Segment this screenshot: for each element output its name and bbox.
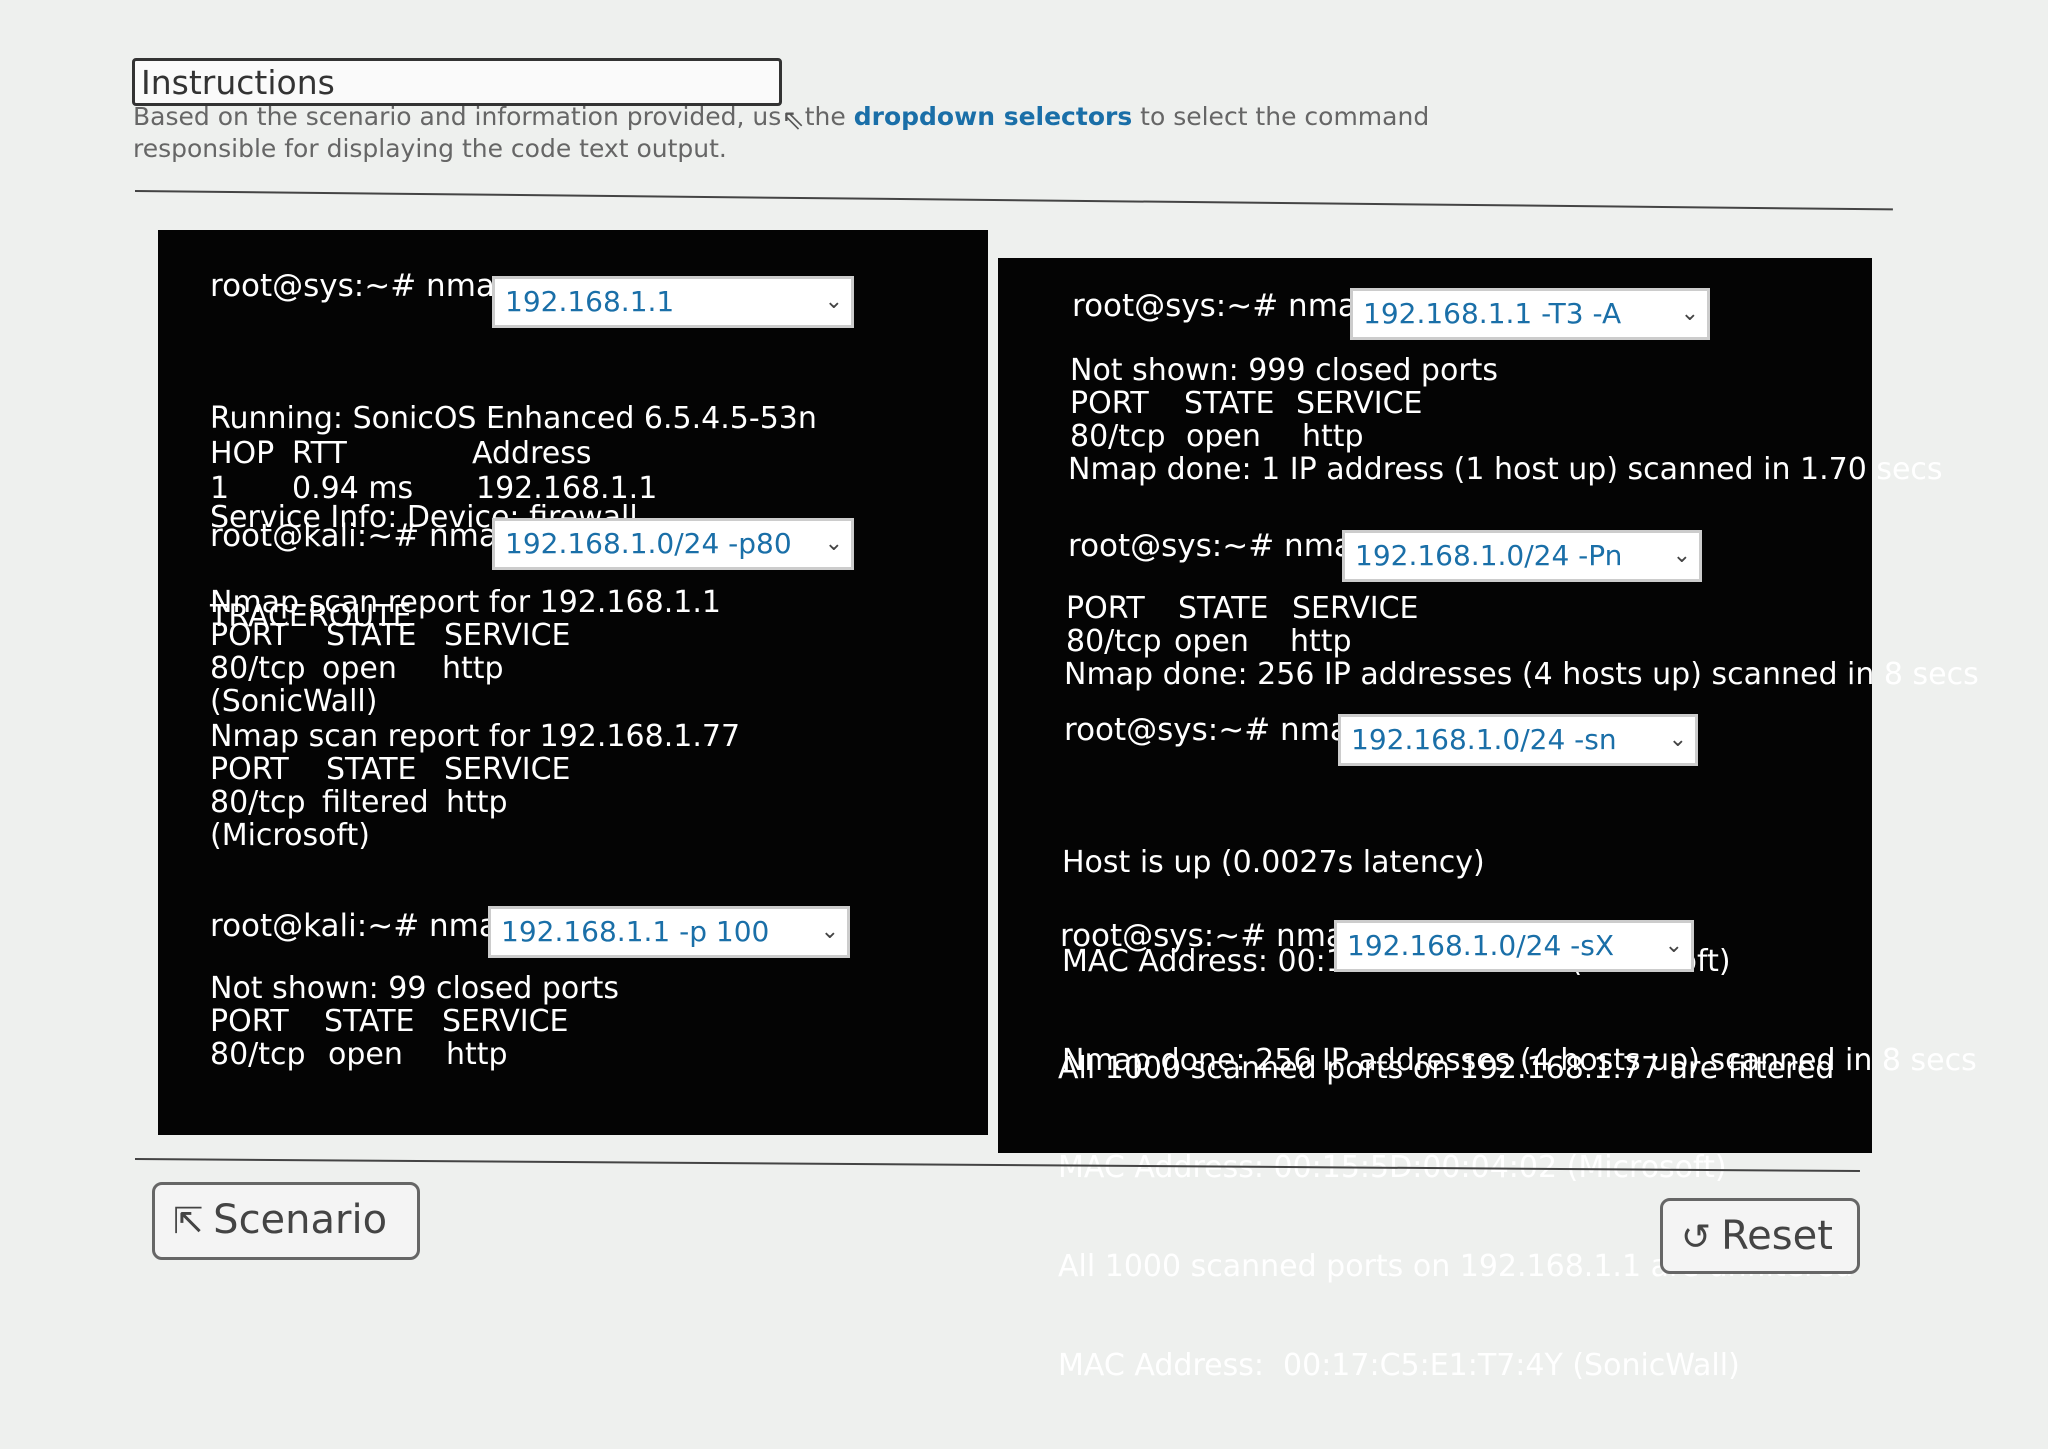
- cell: 80/tcp: [210, 785, 306, 820]
- dropdown-value: 192.168.1.0/24 -sX: [1347, 929, 1615, 962]
- chevron-down-icon: ⌄: [1668, 727, 1687, 752]
- command-dropdown-7[interactable]: 192.168.1.0/24 -sX ⌄: [1334, 920, 1694, 972]
- output-line: Not shown: 99 closed ports: [210, 971, 619, 1006]
- prompt: root@sys:~# nmap: [1068, 528, 1373, 564]
- prompt: root@sys:~# nmap: [1072, 288, 1377, 324]
- command-dropdown-1[interactable]: 192.168.1.1 ⌄: [492, 276, 854, 328]
- mouse-cursor-icon: ⇖: [781, 103, 805, 136]
- cell: PORT: [1066, 591, 1145, 626]
- command-dropdown-5[interactable]: 192.168.1.0/24 -Pn ⌄: [1342, 530, 1702, 582]
- chevron-down-icon: ⌄: [1672, 543, 1691, 568]
- chevron-down-icon: ⌄: [1664, 933, 1683, 958]
- cell: open: [1186, 419, 1261, 454]
- dropdown-value: 192.168.1.1 -p 100: [501, 915, 770, 948]
- cell: 80/tcp: [1066, 624, 1162, 659]
- export-icon: ⇱: [173, 1201, 204, 1242]
- output-line: (SonicWall): [210, 684, 378, 719]
- dropdown-value: 192.168.1.0/24 -sn: [1351, 723, 1617, 756]
- cell: http: [446, 1037, 508, 1072]
- command-dropdown-3[interactable]: 192.168.1.1 -p 100 ⌄: [488, 906, 850, 958]
- terminal-panel-right: root@sys:~# nmap 192.168.1.1 -T3 -A ⌄ No…: [998, 258, 1979, 1382]
- chevron-down-icon: ⌄: [824, 531, 843, 556]
- cell: STATE: [326, 618, 417, 653]
- cell: 80/tcp: [210, 1037, 306, 1072]
- output-line: Nmap done: 256 IP addresses (4 hosts up)…: [1064, 657, 1979, 692]
- cell: http: [446, 785, 508, 820]
- dropdown-value: 192.168.1.1: [505, 285, 675, 318]
- command-row: root@sys:~# nmap: [1064, 714, 1369, 747]
- output-line: (Microsoft): [210, 818, 370, 853]
- cell: SERVICE: [444, 618, 571, 653]
- command-dropdown-4[interactable]: 192.168.1.1 -T3 -A ⌄: [1350, 288, 1710, 340]
- dropdown-value: 192.168.1.1 -T3 -A: [1363, 297, 1622, 330]
- output-line: Not shown: 999 closed ports: [1070, 353, 1499, 388]
- cell: open: [328, 1037, 403, 1072]
- cell: SERVICE: [1296, 386, 1423, 421]
- scenario-button[interactable]: ⇱ Scenario: [152, 1182, 420, 1260]
- cell: 80/tcp: [210, 651, 306, 686]
- cell: STATE: [1184, 386, 1275, 421]
- cell: STATE: [326, 752, 417, 787]
- output-line: Running: SonicOS Enhanced 6.5.4.5-53n: [210, 401, 817, 436]
- cell: http: [442, 651, 504, 686]
- cell: STATE: [324, 1004, 415, 1039]
- prompt: root@sys:~# nmap: [1064, 712, 1369, 748]
- output-line: All 1000 scanned ports on 192.168.1.77 a…: [1058, 1051, 1835, 1086]
- prompt: root@kali:~# nmap: [210, 518, 518, 554]
- instructions-text: Based on the scenario and information pr…: [133, 102, 1430, 163]
- command-row: root@sys:~# nmap: [1072, 290, 1377, 323]
- output-line: Nmap scan report for 192.168.1.1: [210, 585, 721, 620]
- col-rtt: RTT: [292, 436, 347, 471]
- cell: 1: [210, 471, 230, 506]
- cell: 80/tcp: [1070, 419, 1166, 454]
- prompt: root@sys:~# nmap: [1060, 918, 1365, 954]
- command-row: root@sys:~# nmap: [1060, 920, 1365, 953]
- prompt: root@sys:~# nmap: [210, 268, 515, 304]
- dropdown-value: 192.168.1.0/24 -Pn: [1355, 539, 1623, 572]
- output-line: Host is up (0.0027s latency): [1062, 845, 1485, 880]
- terminal-panel-left: root@sys:~# nmap 192.168.1.1 ⌄ Running: …: [158, 230, 988, 1135]
- chevron-down-icon: ⌄: [1680, 301, 1699, 326]
- cell: open: [322, 651, 397, 686]
- top-divider: [134, 190, 1893, 211]
- reset-button[interactable]: ↺ Reset: [1660, 1198, 1860, 1274]
- cell: STATE: [1178, 591, 1269, 626]
- cell: http: [1290, 624, 1352, 659]
- cell: PORT: [210, 618, 289, 653]
- col-hop: HOP: [210, 436, 275, 471]
- reset-icon: ↺: [1681, 1217, 1712, 1258]
- cell: 0.94 ms: [292, 471, 414, 506]
- scenario-label: Scenario: [213, 1197, 388, 1243]
- cell: PORT: [1070, 386, 1149, 421]
- instructions-title: Instructions: [132, 58, 782, 106]
- dropdown-selectors-highlight: dropdown selectors: [853, 102, 1133, 131]
- output-line: Nmap scan report for 192.168.1.77: [210, 719, 741, 754]
- prompt: root@kali:~# nmap: [210, 908, 518, 944]
- cell: filtered: [322, 785, 429, 820]
- dropdown-value: 192.168.1.0/24 -p80: [505, 527, 792, 560]
- command-row: root@kali:~# nmap: [210, 520, 518, 553]
- cell: PORT: [210, 1004, 289, 1039]
- output-line: MAC Address: 00:17:C5:E1:T7:4Y (SonicWal…: [1058, 1348, 1740, 1383]
- col-address: Address: [472, 436, 592, 471]
- cell: http: [1302, 419, 1364, 454]
- output-line: Nmap done: 1 IP address (1 host up) scan…: [1068, 452, 1943, 487]
- cell: PORT: [210, 752, 289, 787]
- reset-label: Reset: [1721, 1213, 1833, 1259]
- cell: 192.168.1.1: [476, 471, 658, 506]
- command-row: root@sys:~# nmap: [1068, 530, 1373, 563]
- command-dropdown-2[interactable]: 192.168.1.0/24 -p80 ⌄: [492, 518, 854, 570]
- cell: open: [1174, 624, 1249, 659]
- cell: SERVICE: [442, 1004, 569, 1039]
- command-row: root@sys:~# nmap: [210, 270, 515, 303]
- cell: SERVICE: [1292, 591, 1419, 626]
- cell: SERVICE: [444, 752, 571, 787]
- chevron-down-icon: ⌄: [824, 289, 843, 314]
- command-row: root@kali:~# nmap: [210, 910, 518, 943]
- command-dropdown-6[interactable]: 192.168.1.0/24 -sn ⌄: [1338, 714, 1698, 766]
- chevron-down-icon: ⌄: [820, 919, 839, 944]
